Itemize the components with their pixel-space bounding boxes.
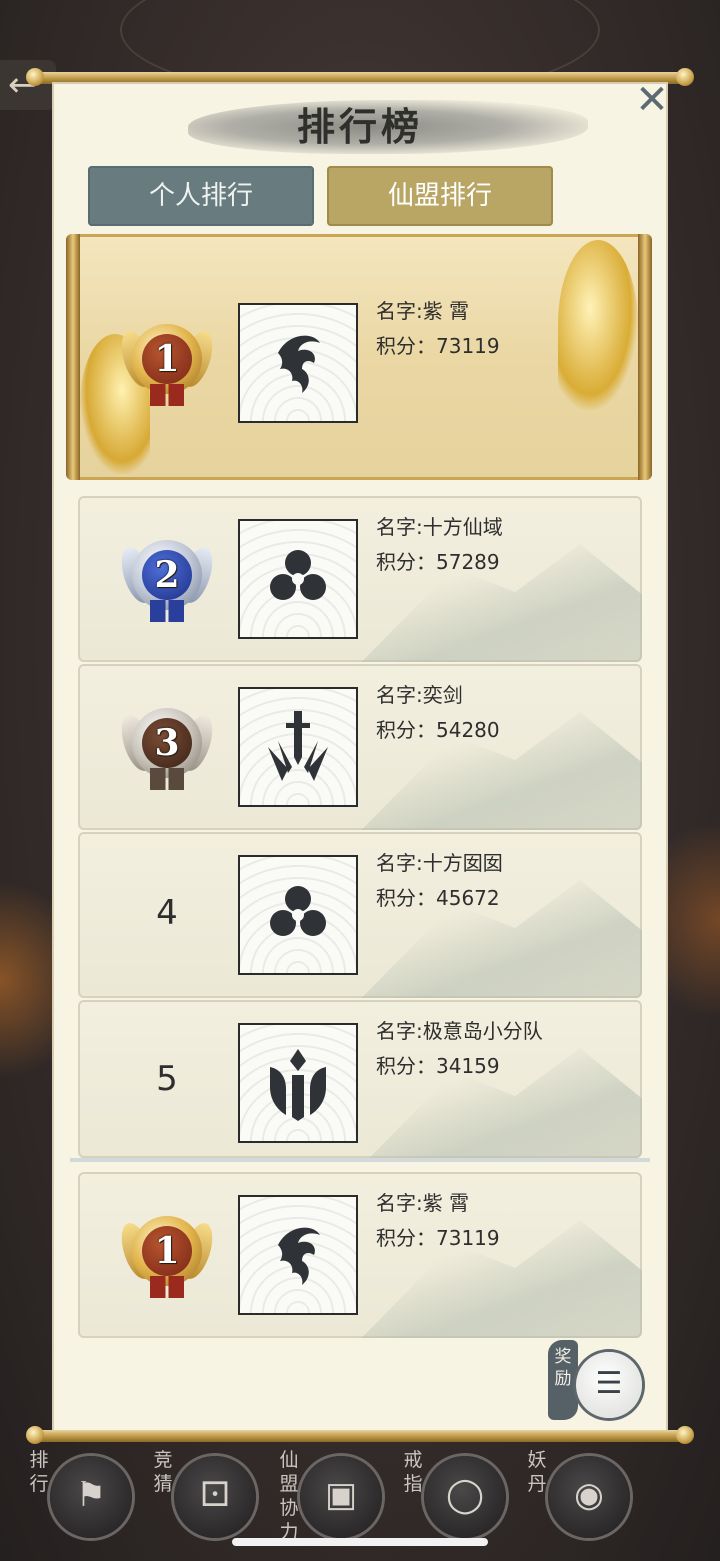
alliance-score: 积分：57289 — [376, 550, 500, 574]
page-title: 排行榜 — [296, 104, 423, 149]
tab-personal-ranking[interactable]: 个人排行 — [88, 166, 314, 226]
alliance-name: 名字:极意岛小分队 — [376, 1019, 543, 1043]
nav-guess[interactable]: ⚀ 竞猜 — [148, 1440, 268, 1550]
scroll-rod-left — [66, 234, 80, 480]
dragon-emblem-icon — [238, 303, 358, 423]
chest-icon: ▣ — [300, 1456, 382, 1538]
alliance-name: 名字:紫 霄 — [376, 299, 470, 323]
tab-alliance-ranking[interactable]: 仙盟排行 — [327, 166, 553, 226]
rank-badge-silver: 3 — [115, 704, 219, 790]
reward-button[interactable]: 奖励 ☰ — [548, 1340, 648, 1420]
back-arrow-icon[interactable]: ← — [0, 60, 56, 110]
alliance-score: 积分：54280 — [376, 718, 500, 742]
crest-emblem-icon — [238, 1023, 358, 1143]
rank-number: 4 — [156, 893, 178, 933]
rank-badge-gold: 1 — [115, 1212, 219, 1298]
dragon-emblem-icon — [238, 1195, 358, 1315]
reward-label: 奖励 — [548, 1340, 578, 1420]
scroll-rod-right — [638, 234, 652, 480]
ring-icon: ◯ — [424, 1456, 506, 1538]
my-alliance-name: 名字:紫 霄 — [376, 1191, 470, 1215]
rank-number: 5 — [156, 1059, 178, 1099]
alliance-name: 名字:奕剑 — [376, 683, 463, 707]
alliance-score: 积分：73119 — [376, 334, 500, 358]
treasure-chest-icon: ☰ — [576, 1352, 642, 1418]
nav-ranking[interactable]: ⚑ 排行 — [24, 1440, 144, 1550]
alliance-name: 名字:十方囡囡 — [376, 851, 503, 875]
banner-icon: ⚑ — [50, 1456, 132, 1538]
dice-icon: ⚀ — [174, 1456, 256, 1538]
alliance-name: 名字:十方仙域 — [376, 515, 503, 539]
rank-badge-blue: 2 — [115, 536, 219, 622]
alliance-score: 积分：34159 — [376, 1054, 500, 1078]
close-icon[interactable]: ✕ — [632, 80, 672, 120]
orb-icon: ◉ — [548, 1456, 630, 1538]
flower-emblem-icon — [238, 855, 358, 975]
alliance-score: 积分：45672 — [376, 886, 500, 910]
list-divider — [70, 1158, 650, 1162]
sword-emblem-icon — [238, 687, 358, 807]
nav-demon-core[interactable]: ◉ 妖丹 — [522, 1440, 642, 1550]
nav-alliance-cooperation[interactable]: ▣ 仙盟协力 — [274, 1440, 394, 1550]
nav-ring[interactable]: ◯ 戒指 — [398, 1440, 518, 1550]
flower-emblem-icon — [238, 519, 358, 639]
home-indicator[interactable] — [232, 1538, 488, 1546]
rank-badge-gold: 1 — [115, 320, 219, 406]
phoenix-ornament-right — [558, 240, 638, 410]
my-alliance-score: 积分：73119 — [376, 1226, 500, 1250]
